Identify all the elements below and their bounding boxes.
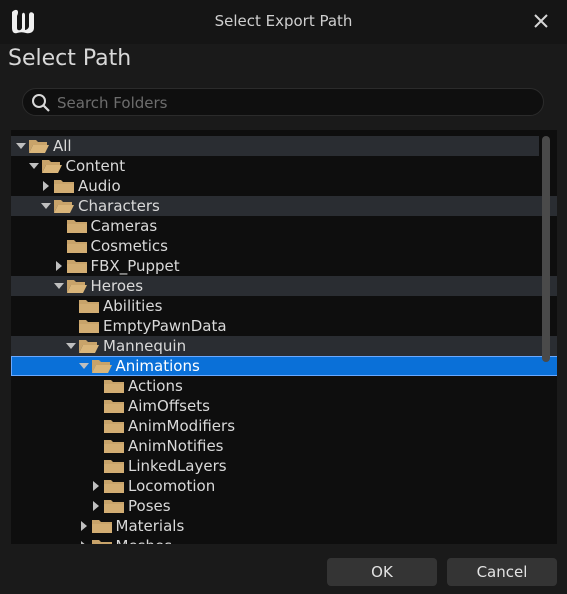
search-box[interactable] [22, 88, 544, 116]
folder-open-icon [91, 360, 112, 373]
search-icon [32, 94, 50, 112]
dialog-title: Select Export Path [214, 12, 353, 30]
expanded-arrow-icon[interactable] [64, 339, 78, 353]
tree-row[interactable]: Characters [11, 196, 557, 216]
tree-row[interactable]: Heroes [11, 276, 557, 296]
tree-row-label: AnimModifiers [128, 417, 236, 435]
folder-open-icon [41, 160, 62, 173]
tree-row-label: Poses [128, 497, 171, 515]
search-input[interactable] [55, 92, 529, 114]
folder-icon [91, 540, 112, 544]
tree-row[interactable]: Materials [11, 516, 557, 536]
folder-icon [66, 240, 87, 253]
close-icon [534, 14, 548, 28]
folder-icon [104, 500, 124, 513]
folder-icon [104, 420, 124, 433]
tree-row[interactable]: FBX_Puppet [11, 256, 557, 276]
tree-row-label: Abilities [103, 297, 163, 315]
tree-row[interactable]: AnimNotifies [11, 436, 557, 456]
ok-button[interactable]: OK [327, 558, 437, 586]
folder-open-icon [79, 340, 99, 353]
folder-icon [54, 180, 74, 193]
tree-row[interactable]: Poses [11, 496, 557, 516]
expanded-arrow-icon[interactable] [39, 199, 53, 213]
tree-row[interactable]: Animations [11, 356, 557, 376]
folder-icon [91, 520, 112, 533]
collapsed-arrow-icon[interactable] [89, 499, 103, 513]
section-heading: Select Path [8, 46, 132, 71]
tree-row-label: LinkedLayers [128, 457, 227, 475]
tree-row-label: AnimNotifies [128, 437, 224, 455]
expanded-arrow-icon[interactable] [27, 159, 41, 173]
collapsed-arrow-icon[interactable] [89, 479, 103, 493]
tree-row-label: Cameras [90, 217, 158, 235]
tree-row-label: Cosmetics [90, 237, 168, 255]
tree-row[interactable]: All [11, 136, 539, 156]
tree-row-label: Audio [78, 177, 121, 195]
tree-row[interactable]: Cosmetics [11, 236, 557, 256]
folder-tree[interactable]: All Content Audio Characters Cameras Cosmetic… [11, 130, 557, 544]
expanded-arrow-icon[interactable] [14, 139, 28, 153]
tree-row[interactable]: EmptyPawnData [11, 316, 557, 336]
folder-icon [104, 380, 124, 393]
folder-open-icon [54, 200, 74, 213]
cancel-button[interactable]: Cancel [447, 558, 557, 586]
tree-row-label: Mannequin [103, 337, 187, 355]
tree-row-label: AimOffsets [128, 397, 210, 415]
tree-row-label: Materials [115, 517, 185, 535]
expanded-arrow-icon[interactable] [77, 359, 91, 373]
folder-open-icon [66, 280, 87, 293]
folder-icon [104, 440, 124, 453]
tree-row[interactable]: Locomotion [11, 476, 557, 496]
folder-icon [79, 320, 99, 333]
tree-row-label: Characters [78, 197, 160, 215]
tree-row[interactable]: Actions [11, 376, 557, 396]
tree-row-label: FBX_Puppet [90, 257, 180, 275]
tree-row[interactable]: Cameras [11, 216, 557, 236]
folder-icon [104, 460, 124, 473]
tree-row[interactable]: Meshes [11, 536, 557, 544]
folder-icon [104, 480, 124, 493]
folder-icon [66, 220, 87, 233]
expanded-arrow-icon[interactable] [52, 279, 66, 293]
close-button[interactable] [529, 9, 553, 33]
tree-row-label: Actions [128, 377, 183, 395]
folder-icon [79, 300, 99, 313]
title-bar: Select Export Path [0, 0, 567, 44]
collapsed-arrow-icon[interactable] [52, 259, 66, 273]
tree-row-label: Locomotion [128, 477, 216, 495]
tree-row-label: Meshes [116, 537, 173, 544]
tree-scrollbar[interactable] [542, 136, 550, 362]
collapsed-arrow-icon[interactable] [77, 519, 91, 533]
folder-icon [66, 260, 87, 273]
tree-row-label: Animations [115, 357, 200, 375]
select-export-path-dialog: Select Export Path Select Path All Conten… [0, 0, 567, 594]
tree-row-label: EmptyPawnData [103, 317, 227, 335]
tree-row[interactable]: Content [11, 156, 552, 176]
folder-icon [104, 400, 124, 413]
collapsed-arrow-icon[interactable] [39, 179, 53, 193]
folder-open-icon [29, 140, 49, 153]
tree-row[interactable]: LinkedLayers [11, 456, 557, 476]
tree-row-label: Heroes [90, 277, 144, 295]
tree-row[interactable]: AimOffsets [11, 396, 557, 416]
tree-row-label: All [53, 137, 72, 155]
tree-row[interactable]: Abilities [11, 296, 557, 316]
tree-row[interactable]: Audio [11, 176, 557, 196]
tree-row[interactable]: AnimModifiers [11, 416, 557, 436]
tree-row-label: Content [65, 157, 126, 175]
collapsed-arrow-icon[interactable] [77, 539, 91, 544]
tree-row[interactable]: Mannequin [11, 336, 557, 356]
